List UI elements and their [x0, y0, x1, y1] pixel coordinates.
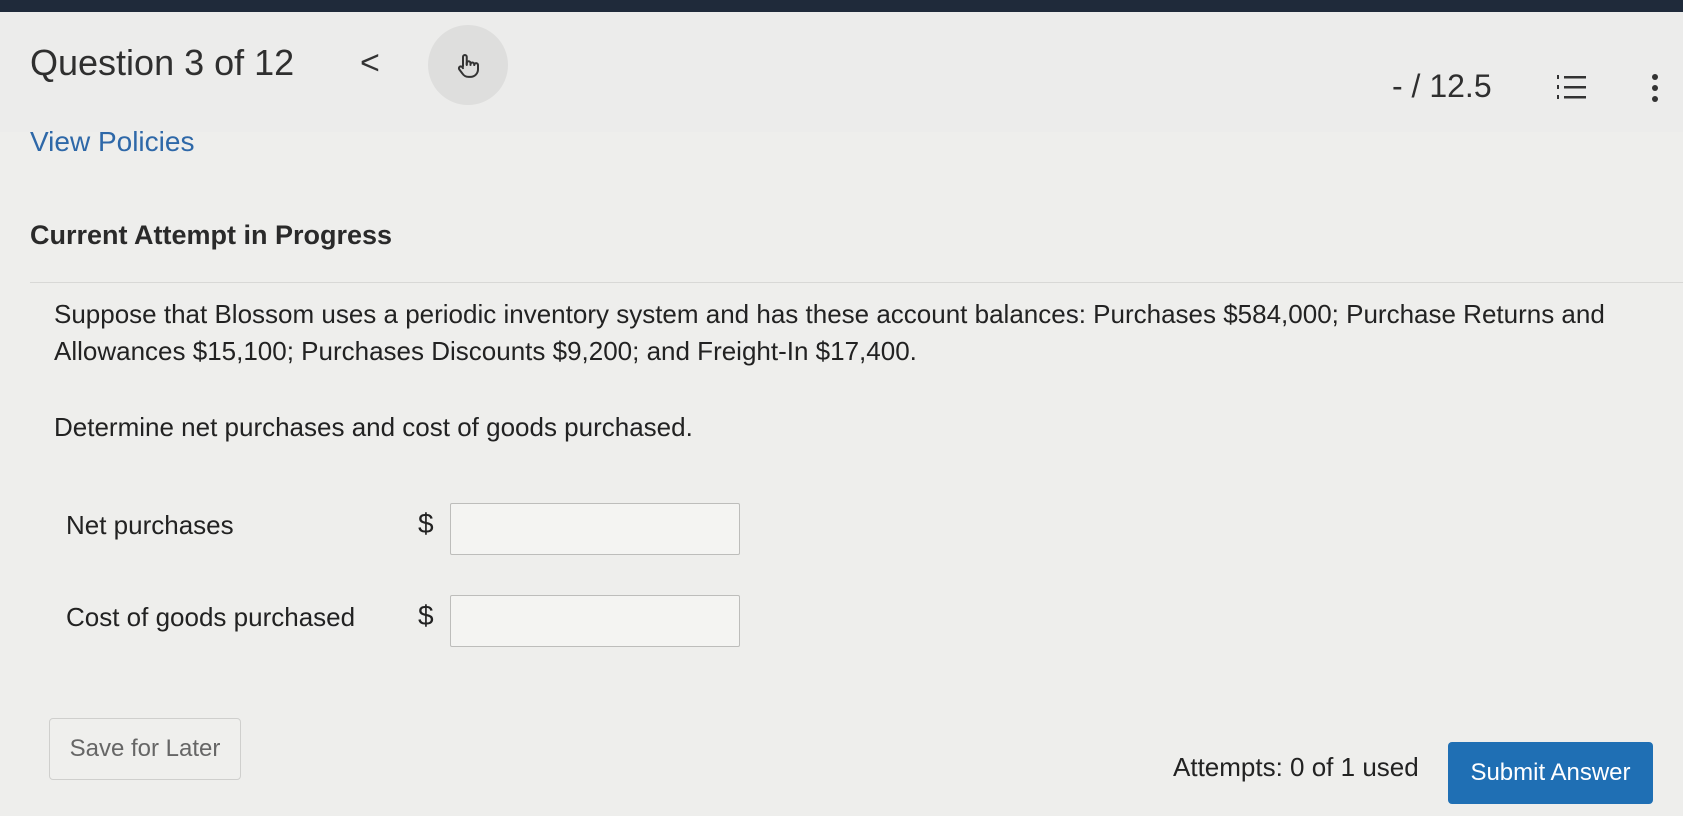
net-purchases-input[interactable]: [450, 503, 740, 555]
currency-symbol: $: [418, 600, 434, 631]
attempt-status-heading: Current Attempt in Progress: [30, 220, 393, 250]
list-icon[interactable]: [1553, 70, 1589, 106]
save-for-later-button[interactable]: Save for Later: [49, 718, 241, 780]
attempts-counter: Attempts: 0 of 1 used: [1173, 752, 1419, 782]
view-policies-link[interactable]: View Policies: [30, 126, 194, 158]
hand-pointer-icon: [457, 54, 479, 78]
currency-symbol: $: [418, 508, 434, 539]
net-purchases-label: Net purchases: [66, 510, 234, 540]
hand-pointer-button[interactable]: [428, 25, 508, 105]
section-divider: [30, 282, 1683, 283]
question-instruction: Determine net purchases and cost of good…: [54, 412, 693, 442]
chevron-left-icon[interactable]: <: [360, 46, 380, 80]
submit-answer-button[interactable]: Submit Answer: [1448, 742, 1653, 804]
score-display: - / 12.5: [1392, 68, 1492, 104]
cost-of-goods-purchased-input[interactable]: [450, 595, 740, 647]
cost-of-goods-purchased-label: Cost of goods purchased: [66, 602, 356, 632]
top-strip: [0, 0, 1683, 12]
question-counter: Question 3 of 12: [30, 42, 295, 83]
question-body: Suppose that Blossom uses a periodic inv…: [54, 299, 1605, 366]
more-vertical-icon[interactable]: [1645, 70, 1665, 106]
